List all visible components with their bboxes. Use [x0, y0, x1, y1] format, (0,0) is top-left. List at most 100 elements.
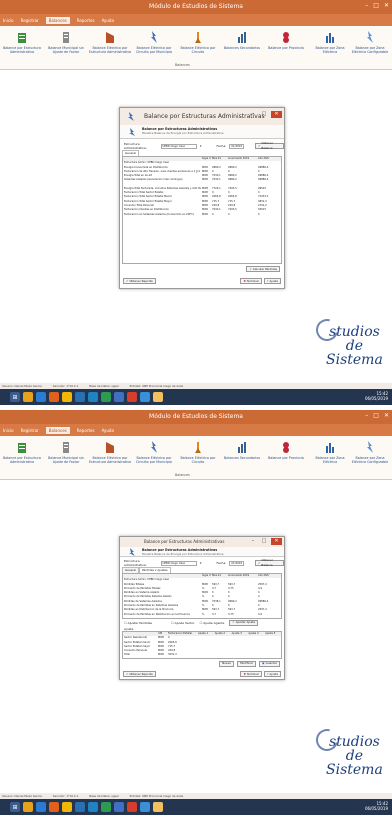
taskbar-app-icon[interactable] [153, 392, 163, 402]
taskbar-app-icon[interactable] [114, 392, 124, 402]
ribbon-balance-electrico-estructura[interactable]: Balance Eléctrico por Estructura Adminis… [88, 441, 132, 464]
ribbon-balance-circuito-municipio[interactable]: Balance Eléctrico por Circuito por Munic… [132, 441, 176, 464]
taskbar-app-icon[interactable] [127, 802, 137, 812]
table-row[interactable]: Porciento de Pérdidas en Distribución en… [123, 613, 281, 617]
system-tray[interactable]: 15:42 06/05/2019 [365, 801, 388, 811]
table-row[interactable]: Total MWh 3031,3 [123, 653, 281, 657]
minimize-icon[interactable]: – [365, 2, 368, 9]
tab-general[interactable]: General [122, 150, 140, 156]
ribbon-balance-provincia[interactable]: Balance por Provincia [264, 441, 308, 460]
maximize-icon[interactable]: □ [373, 2, 379, 9]
estructura-select[interactable]: UEBD Ciego Caso [160, 560, 197, 566]
ribbon-balance-municipal[interactable]: Balance Municipal sin Ajuste de Factor [44, 31, 88, 54]
taskbar-app-icon[interactable] [114, 802, 124, 812]
fecha-field[interactable]: 01/2019 [229, 143, 245, 149]
close-icon[interactable]: ✕ [384, 412, 389, 419]
taskbar-app-icon[interactable] [49, 802, 59, 812]
menu-inicio[interactable]: Inicio [3, 18, 14, 23]
close-icon[interactable]: ✕ [271, 538, 282, 545]
ayuda-button[interactable]: ? Ayuda [263, 671, 281, 677]
estructura-select[interactable]: UEBD Ciego Caso [160, 143, 197, 149]
taskbar-app-icon[interactable] [127, 392, 137, 402]
menu-balances[interactable]: Balances [45, 426, 70, 434]
ribbon-balances-secundarios[interactable]: Balances Secundarios [220, 441, 264, 460]
ribbon-balance-circuito[interactable]: Balance Eléctrico por Circuito [176, 441, 220, 464]
menu-reportes[interactable]: Reportes [77, 428, 95, 433]
taskbar-app-icon[interactable] [62, 802, 72, 812]
ajuste-sector-check[interactable]: ☐ Ajuste Sector [171, 621, 195, 625]
fecha-label: Fecha: [216, 144, 227, 148]
minimize-icon[interactable]: – [249, 111, 257, 118]
taskbar-app-icon[interactable] [88, 392, 98, 402]
minimize-icon[interactable]: – [249, 538, 257, 545]
ribbon-balance-zona[interactable]: Balance por Zona Eléctrica [308, 441, 352, 464]
ajustar-ajuste-button[interactable]: ✔ Ajustar Ajuste [229, 619, 259, 626]
taskbar-app-icon[interactable] [88, 802, 98, 812]
ribbon-balance-municipal[interactable]: Balance Municipal sin Ajuste de Factor [44, 441, 88, 464]
obtener-reporte-button[interactable]: ✔ Obtener Reporte [123, 671, 156, 677]
terminar-button[interactable]: ✖ Terminar [240, 671, 262, 677]
guardar-button[interactable]: ▣ Guardar [258, 660, 280, 667]
close-icon[interactable]: ✕ [271, 111, 282, 118]
menu-ayuda[interactable]: Ayuda [102, 428, 114, 433]
ribbon-balance-estructura[interactable]: Balance por Estructura Administrativa [0, 441, 44, 464]
chevron-down-icon[interactable]: ▾ [200, 144, 202, 148]
ribbon-balance-estructura[interactable]: Balance por Estructura Administrativa [0, 31, 44, 54]
column-header[interactable]: Ajuste 2 [214, 632, 231, 636]
column-header[interactable]: Ajuste 1 [197, 632, 214, 636]
taskbar-app-icon[interactable] [49, 392, 59, 402]
ajuste-agente-check[interactable]: ☐ Ajuste Agente [200, 621, 225, 625]
obtener-balance-button[interactable]: ✔ Obtener Balance [255, 558, 284, 567]
table-row[interactable]: Facturación en Sistemas Aislados (Consum… [123, 213, 281, 217]
close-icon[interactable]: ✕ [384, 2, 389, 9]
taskbar-app-icon[interactable] [75, 392, 85, 402]
ayuda-button[interactable]: ? Ayuda [263, 278, 281, 284]
taskbar-app-icon[interactable] [36, 392, 46, 402]
nuevo-button[interactable]: Nuevo [219, 660, 235, 667]
windows-start-icon[interactable]: ⊞ [10, 392, 20, 402]
ajustar-perdidas-check[interactable]: ☐ Ajustar Pérdidas [124, 621, 152, 625]
obtener-reporte-button[interactable]: ✔ Obtener Reporte [123, 278, 156, 284]
ribbon-balance-provincia[interactable]: Balance por Provincia [264, 31, 308, 50]
ribbon-balances-secundarios[interactable]: Balances Secundarios [220, 31, 264, 50]
taskbar-app-icon[interactable] [23, 392, 33, 402]
menu-balances[interactable]: Balances [45, 16, 70, 24]
taskbar-app-icon[interactable] [101, 392, 111, 402]
menu-inicio[interactable]: Inicio [3, 428, 14, 433]
menu-registrar[interactable]: Registrar [21, 428, 39, 433]
ribbon-balance-circuito-municipio[interactable]: Balance Eléctrico por Circuito por Munic… [132, 31, 176, 54]
taskbar-app-icon[interactable] [140, 802, 150, 812]
maximize-icon[interactable]: □ [260, 111, 268, 118]
taskbar-app-icon[interactable] [101, 802, 111, 812]
ribbon-balance-zona-configurable[interactable]: Balance por Zona Eléctrica Configurable [348, 441, 392, 464]
taskbar-app-icon[interactable] [75, 802, 85, 812]
taskbar-app-icon[interactable] [62, 392, 72, 402]
minimize-icon[interactable]: – [365, 412, 368, 419]
column-header[interactable]: Ajuste 5 [264, 632, 281, 636]
chevron-down-icon[interactable]: ▾ [200, 561, 202, 565]
windows-start-icon[interactable]: ⊞ [10, 802, 20, 812]
tab-perdidas[interactable]: Pérdidas x Ajustes [139, 567, 171, 573]
taskbar-app-icon[interactable] [153, 802, 163, 812]
ribbon-balance-zona[interactable]: Balance por Zona Eléctrica [308, 31, 352, 54]
taskbar-app-icon[interactable] [140, 392, 150, 402]
ribbon-balance-zona-configurable[interactable]: Balance por Zona Eléctrica Configurable [348, 31, 392, 54]
obtener-balance-button[interactable]: ✔ Obtener Balance [255, 141, 284, 150]
system-tray[interactable]: 15:42 06/05/2019 [365, 391, 388, 401]
column-header[interactable]: Ajuste 3 [231, 632, 248, 636]
taskbar-app-icon[interactable] [36, 802, 46, 812]
maximize-icon[interactable]: □ [373, 412, 379, 419]
menu-reportes[interactable]: Reportes [77, 18, 95, 23]
terminar-button[interactable]: ✖ Terminar [240, 278, 262, 284]
tab-general[interactable]: General [122, 567, 140, 573]
ribbon-balance-circuito[interactable]: Balance Eléctrico por Circuito [176, 31, 220, 54]
modificar-button[interactable]: Modificar [237, 660, 256, 667]
column-header[interactable]: Ajuste 4 [247, 632, 264, 636]
fecha-field[interactable]: 01/2019 [229, 560, 245, 566]
menu-ayuda[interactable]: Ayuda [102, 18, 114, 23]
maximize-icon[interactable]: □ [260, 538, 268, 545]
menu-registrar[interactable]: Registrar [21, 18, 39, 23]
calcular-perdidas-button[interactable]: ✔ Calcular Pérdidas [246, 266, 280, 272]
ribbon-balance-electrico-estructura[interactable]: Balance Eléctrico por Estructura Adminis… [88, 31, 132, 54]
taskbar-app-icon[interactable] [23, 802, 33, 812]
